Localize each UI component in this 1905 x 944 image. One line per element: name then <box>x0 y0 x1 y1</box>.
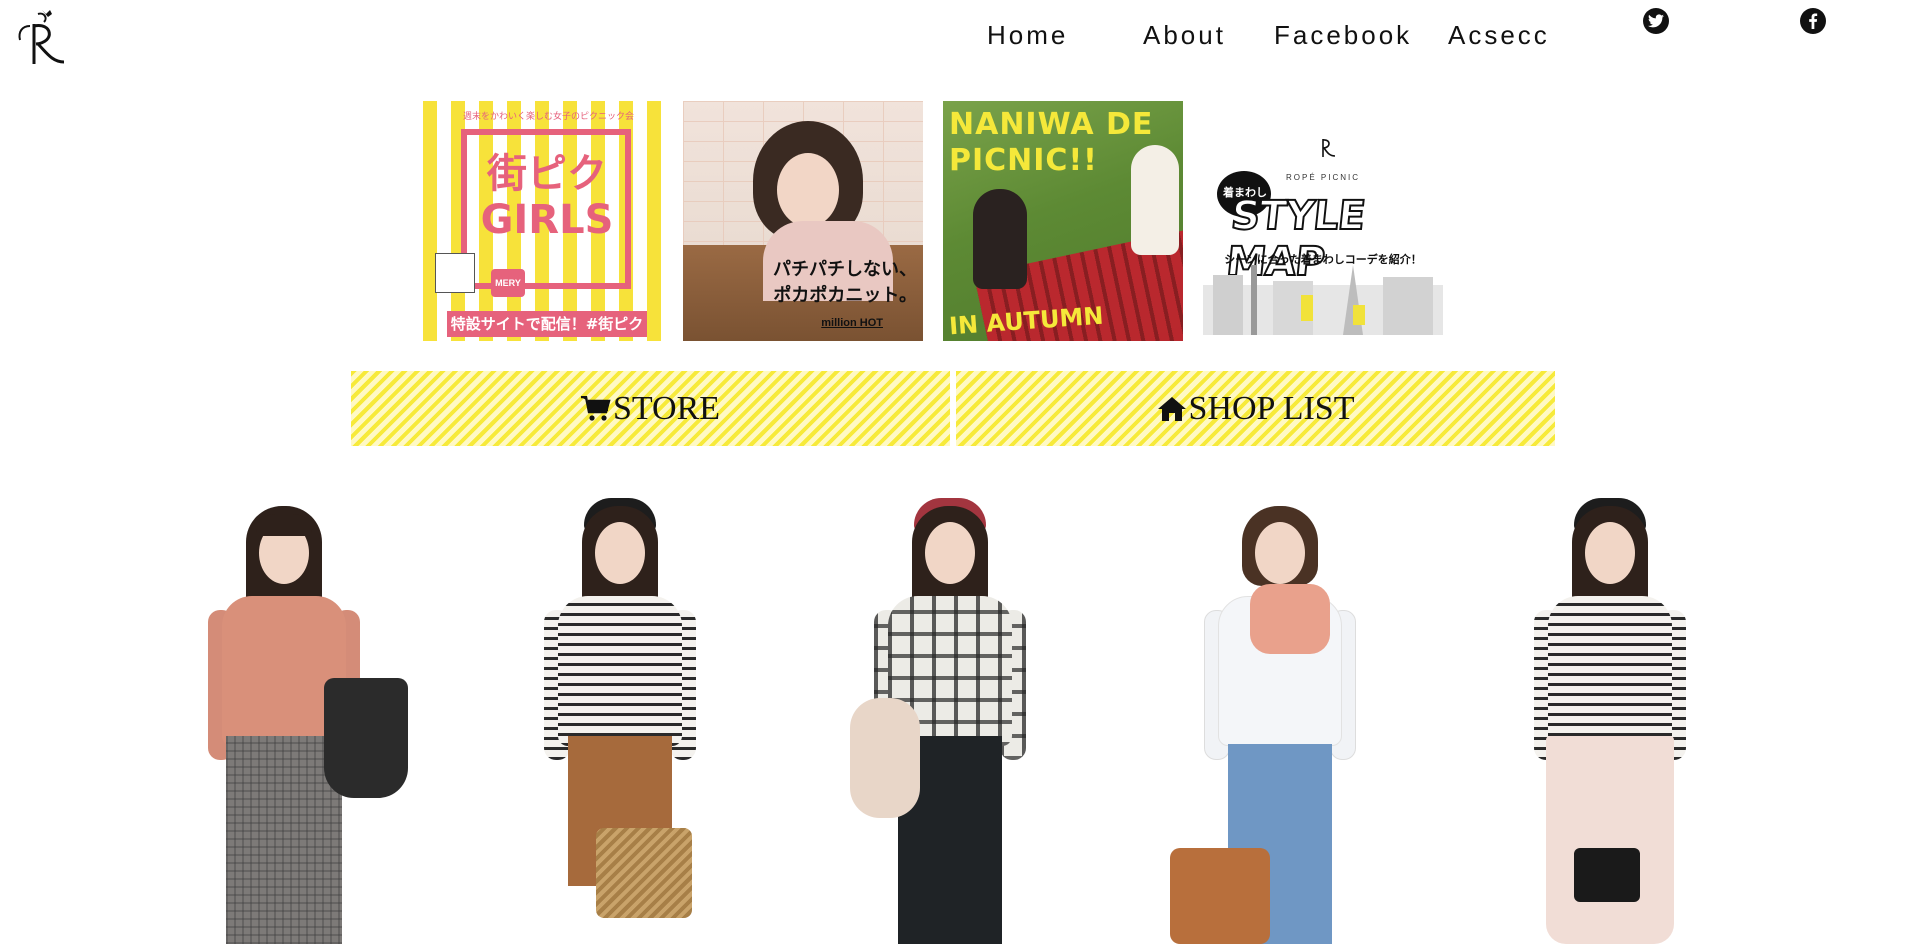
store-button[interactable]: STORE <box>351 371 950 446</box>
model-bag <box>1170 848 1270 944</box>
model-bangs <box>256 514 312 536</box>
model-look-2[interactable] <box>500 488 740 944</box>
model-look-4[interactable] <box>1160 488 1400 944</box>
model-skirt <box>1546 736 1674 944</box>
model-face <box>595 522 645 584</box>
rope-picnic-badge <box>435 253 475 293</box>
home-icon <box>1157 396 1186 421</box>
model-face <box>1255 522 1305 584</box>
model-scarf <box>1250 584 1330 654</box>
banner-copy-line1: パチパチしない、 <box>773 259 917 280</box>
banner-brand: million HOT <box>821 317 883 329</box>
main-nav: Home About Facebook Acsecc <box>0 20 1905 60</box>
nav-about[interactable]: About <box>1143 20 1226 51</box>
nav-acsecc[interactable]: Acsecc <box>1448 20 1550 51</box>
store-label: STORE <box>612 389 721 427</box>
nav-home[interactable]: Home <box>987 20 1068 51</box>
banner-style-map[interactable]: ROPÉ PICNIC 着まわし STYLE MAP シーンに合った着まわしコー… <box>1203 101 1443 341</box>
model-basket <box>596 828 692 918</box>
nav-facebook[interactable]: Facebook <box>1274 20 1412 51</box>
banner-machipiku-girls[interactable]: 週末をかわいく楽しむ女子のピクニック会 街ピクGIRLS MERY 特設サイトで… <box>423 101 663 341</box>
rope-picnic-logo <box>1322 139 1336 157</box>
banner-title-line1: NANIWA DE <box>949 107 1154 142</box>
banner-title: NANIWA DE PICNIC!! <box>949 107 1153 179</box>
shop-list-label: SHOP LIST <box>1188 389 1355 427</box>
model-face <box>777 153 839 227</box>
banner-title: 街ピクGIRLS <box>480 151 614 243</box>
model-face <box>1585 522 1635 584</box>
model-face <box>925 522 975 584</box>
banner-million-hot[interactable]: パチパチしない、 ポカポカニット。 million HOT <box>683 101 923 341</box>
banner-naniwa-picnic[interactable]: NANIWA DE PICNIC!! IN AUTUMN <box>943 101 1183 341</box>
model-figure <box>973 189 1027 289</box>
twitter-icon[interactable] <box>1643 8 1669 34</box>
cart-icon <box>580 395 611 421</box>
model-bag <box>324 678 408 798</box>
banner-title-line2: PICNIC!! <box>949 143 1098 178</box>
model-look-1[interactable] <box>164 488 408 944</box>
city-illustration <box>1203 265 1443 335</box>
model-look-5[interactable] <box>1490 488 1730 944</box>
model-top <box>558 596 682 746</box>
mery-badge: MERY <box>491 269 525 297</box>
model-top <box>1548 596 1672 746</box>
banner-copy: パチパチしない、 ポカポカニット。 <box>773 257 917 309</box>
banner-footer: 特設サイトで配信！#街ピク <box>447 311 647 337</box>
banner-copy-line2: ポカポカニット。 <box>773 285 917 306</box>
model-bag <box>1574 848 1640 902</box>
model-look-3[interactable] <box>830 488 1070 944</box>
banner-top-text: 週末をかわいく楽しむ女子のピクニック会 <box>463 112 635 122</box>
shop-list-button[interactable]: SHOP LIST <box>956 371 1555 446</box>
model-fur-coat <box>850 698 920 818</box>
facebook-icon[interactable] <box>1800 8 1826 34</box>
